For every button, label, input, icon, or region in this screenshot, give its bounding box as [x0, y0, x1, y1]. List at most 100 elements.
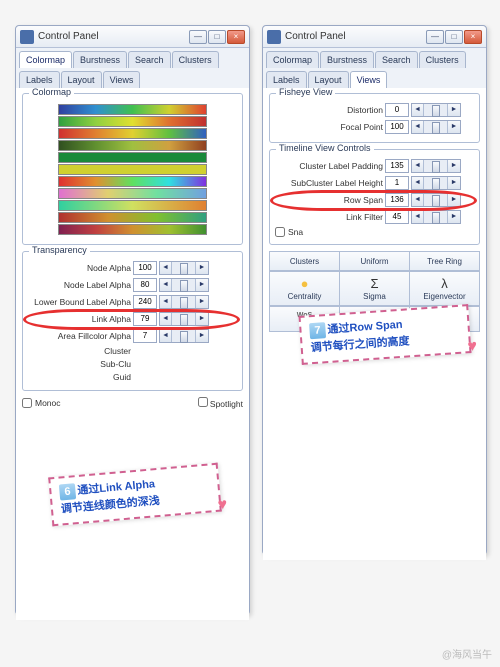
right-arrow-icon[interactable]: ► — [448, 121, 460, 133]
tab-search[interactable]: Search — [375, 51, 418, 68]
value-box[interactable]: 136 — [385, 193, 409, 207]
button-row-2: ●CentralityΣSigmaλEigenvector — [269, 271, 480, 306]
colormap-swatch[interactable] — [58, 176, 207, 187]
left-arrow-icon[interactable]: ◄ — [160, 279, 172, 291]
value-box[interactable]: 135 — [385, 159, 409, 173]
colormap-swatch[interactable] — [58, 188, 207, 199]
value-box[interactable]: 80 — [133, 278, 157, 292]
checkbox-icon[interactable] — [22, 398, 32, 408]
minimize-button[interactable]: — — [426, 30, 444, 44]
spinner-row: Area Fillcolor Alpha7◄► — [28, 329, 237, 343]
value-box[interactable]: 240 — [133, 295, 157, 309]
tab-burstness[interactable]: Burstness — [73, 51, 127, 68]
value-box[interactable]: 7 — [133, 329, 157, 343]
colormap-swatches[interactable] — [28, 100, 237, 239]
grid-button[interactable]: ●Centrality — [270, 272, 340, 305]
tab-layout[interactable]: Layout — [61, 71, 102, 88]
value-box[interactable]: 100 — [385, 120, 409, 134]
maximize-button[interactable]: □ — [208, 30, 226, 44]
slider-track[interactable] — [172, 313, 196, 325]
spinner[interactable]: ◄► — [159, 278, 209, 292]
slider-track[interactable] — [424, 160, 448, 172]
value-box[interactable]: 100 — [133, 261, 157, 275]
close-button[interactable]: × — [464, 30, 482, 44]
grid-button[interactable]: λEigenvector — [410, 272, 479, 305]
left-arrow-icon[interactable]: ◄ — [412, 211, 424, 223]
value-box[interactable]: 1 — [385, 176, 409, 190]
colormap-swatch[interactable] — [58, 164, 207, 175]
grid-button[interactable]: Uniform — [340, 252, 410, 270]
monochrome-check[interactable]: Monoc Spotlight — [22, 397, 243, 409]
left-arrow-icon[interactable]: ◄ — [160, 313, 172, 325]
right-arrow-icon[interactable]: ► — [196, 313, 208, 325]
tab-colormap[interactable]: Colormap — [19, 51, 72, 68]
grid-button[interactable]: ΣSigma — [340, 272, 410, 305]
left-arrow-icon[interactable]: ◄ — [412, 160, 424, 172]
sna-check[interactable]: Sna — [275, 227, 474, 237]
spinner[interactable]: ◄► — [159, 295, 209, 309]
close-button[interactable]: × — [227, 30, 245, 44]
colormap-swatch[interactable] — [58, 128, 207, 139]
colormap-swatch[interactable] — [58, 224, 207, 235]
slider-track[interactable] — [424, 121, 448, 133]
tab-views[interactable]: Views — [103, 71, 141, 88]
tab-clusters[interactable]: Clusters — [419, 51, 466, 68]
tab-views[interactable]: Views — [350, 71, 388, 88]
slider-track[interactable] — [172, 296, 196, 308]
colormap-swatch[interactable] — [58, 152, 207, 163]
tab-search[interactable]: Search — [128, 51, 171, 68]
tab-colormap[interactable]: Colormap — [266, 51, 319, 68]
tab-clusters[interactable]: Clusters — [172, 51, 219, 68]
right-arrow-icon[interactable]: ► — [196, 296, 208, 308]
right-arrow-icon[interactable]: ► — [196, 279, 208, 291]
left-arrow-icon[interactable]: ◄ — [160, 330, 172, 342]
left-arrow-icon[interactable]: ◄ — [412, 121, 424, 133]
slider-track[interactable] — [172, 279, 196, 291]
colormap-swatch[interactable] — [58, 200, 207, 211]
left-arrow-icon[interactable]: ◄ — [160, 262, 172, 274]
value-box[interactable]: 45 — [385, 210, 409, 224]
spinner[interactable]: ◄► — [159, 261, 209, 275]
spotlight-check[interactable] — [198, 397, 208, 407]
left-arrow-icon[interactable]: ◄ — [160, 296, 172, 308]
grid-button[interactable]: Clusters — [270, 252, 340, 270]
colormap-swatch[interactable] — [58, 104, 207, 115]
right-arrow-icon[interactable]: ► — [448, 211, 460, 223]
colormap-swatch[interactable] — [58, 140, 207, 151]
slider-track[interactable] — [172, 262, 196, 274]
right-arrow-icon[interactable]: ► — [448, 194, 460, 206]
spinner[interactable]: ◄► — [411, 159, 461, 173]
tab-labels[interactable]: Labels — [266, 71, 307, 88]
spinner[interactable]: ◄► — [159, 329, 209, 343]
tab-labels[interactable]: Labels — [19, 71, 60, 88]
slider-track[interactable] — [424, 194, 448, 206]
spinner[interactable]: ◄► — [411, 193, 461, 207]
right-arrow-icon[interactable]: ► — [196, 262, 208, 274]
right-arrow-icon[interactable]: ► — [448, 160, 460, 172]
slider-track[interactable] — [424, 177, 448, 189]
left-arrow-icon[interactable]: ◄ — [412, 104, 424, 116]
grid-button[interactable]: Tree Ring — [410, 252, 479, 270]
maximize-button[interactable]: □ — [445, 30, 463, 44]
left-arrow-icon[interactable]: ◄ — [412, 177, 424, 189]
value-box[interactable]: 79 — [133, 312, 157, 326]
spinner[interactable]: ◄► — [411, 103, 461, 117]
slider-track[interactable] — [172, 330, 196, 342]
right-arrow-icon[interactable]: ► — [448, 177, 460, 189]
slider-track[interactable] — [424, 211, 448, 223]
minimize-button[interactable]: — — [189, 30, 207, 44]
colormap-swatch[interactable] — [58, 212, 207, 223]
tab-layout[interactable]: Layout — [308, 71, 349, 88]
tab-burstness[interactable]: Burstness — [320, 51, 374, 68]
spinner[interactable]: ◄► — [411, 120, 461, 134]
right-arrow-icon[interactable]: ► — [196, 330, 208, 342]
slider-track[interactable] — [424, 104, 448, 116]
checkbox-icon[interactable] — [275, 227, 285, 237]
spinner[interactable]: ◄► — [411, 176, 461, 190]
spinner[interactable]: ◄► — [411, 210, 461, 224]
right-arrow-icon[interactable]: ► — [448, 104, 460, 116]
colormap-swatch[interactable] — [58, 116, 207, 127]
value-box[interactable]: 0 — [385, 103, 409, 117]
left-arrow-icon[interactable]: ◄ — [412, 194, 424, 206]
spinner[interactable]: ◄► — [159, 312, 209, 326]
